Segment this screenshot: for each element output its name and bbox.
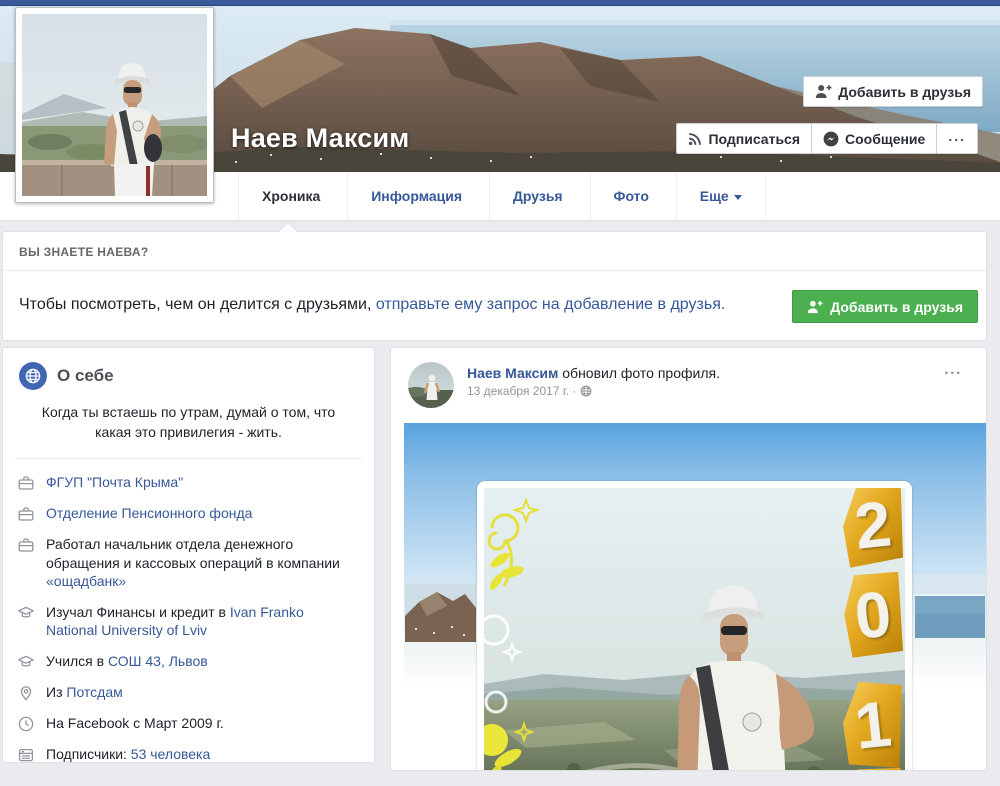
banner-pointer-arrow <box>279 223 297 232</box>
rss-follow-icon <box>688 132 702 146</box>
send-friend-request-link[interactable]: отправьте ему запрос на добавление в дру… <box>376 296 725 313</box>
about-item-university: Изучал Финансы и кредит в Ivan Franko Na… <box>3 597 374 646</box>
ellipsis-icon: ... <box>948 129 966 149</box>
message-button[interactable]: Сообщение <box>811 123 937 154</box>
about-item-work-1: ФГУП "Почта Крыма" <box>3 467 374 498</box>
clock-icon <box>17 715 35 733</box>
privacy-globe-icon <box>580 385 592 397</box>
tab-friends[interactable]: Друзья <box>489 172 586 220</box>
person-plus-icon <box>815 84 832 99</box>
followers-count-link[interactable]: 53 человека <box>131 746 210 762</box>
post-action-text: обновил фото профиля. <box>558 365 720 381</box>
post-photo[interactable]: 2 0 1 8 <box>404 423 987 771</box>
messenger-icon <box>823 131 839 147</box>
follow-button[interactable]: Подписаться <box>676 123 812 154</box>
briefcase-icon <box>17 536 35 554</box>
hometown-link[interactable]: Потсдам <box>66 684 122 700</box>
tab-info[interactable]: Информация <box>347 172 485 220</box>
frame-digit-8: 8 <box>843 768 903 771</box>
post-author-link[interactable]: Наев Максим <box>467 365 558 381</box>
add-friend-green-button[interactable]: Добавить в друзья <box>792 290 978 323</box>
workplace-link[interactable]: ФГУП "Почта Крыма" <box>46 474 183 490</box>
add-friend-button[interactable]: Добавить в друзья <box>803 76 983 107</box>
about-item-joined: На Facebook с Март 2009 г. <box>3 708 374 739</box>
about-title: О себе <box>57 366 114 386</box>
graduation-cap-icon <box>17 604 35 622</box>
profile-picture-image <box>22 14 207 196</box>
content-columns: О себе Когда ты встаешь по утрам, думай … <box>0 347 1000 771</box>
subscribers-icon <box>17 746 35 763</box>
cover-action-buttons: Подписаться Сообщение ... <box>676 123 978 154</box>
post-card: Наев Максим обновил фото профиля. 13 дек… <box>390 347 987 771</box>
chevron-down-icon <box>734 195 742 200</box>
about-card: О себе Когда ты встаешь по утрам, думай … <box>2 347 375 763</box>
about-item-school: Учился в СОШ 43, Львов <box>3 646 374 677</box>
tab-more[interactable]: Еще <box>676 172 766 220</box>
location-pin-icon <box>17 684 35 702</box>
profile-name: Наев Максим <box>231 123 409 154</box>
frame-digit-0: 0 <box>843 572 903 658</box>
photo-of-man <box>484 488 905 771</box>
bio-quote: Когда ты встаешь по утрам, думай о том, … <box>31 402 346 443</box>
more-options-button[interactable]: ... <box>936 123 978 154</box>
post-header: Наев Максим обновил фото профиля. 13 дек… <box>391 348 986 411</box>
workplace-link[interactable]: «ощадбанк» <box>46 573 126 589</box>
workplace-link[interactable]: Отделение Пенсионного фонда <box>46 505 252 521</box>
about-item-work-3: Работал начальник отдела денежного обращ… <box>3 529 374 596</box>
framed-profile-photo: 2 0 1 8 <box>477 481 912 771</box>
frame-digit-1: 1 <box>843 682 903 768</box>
banner-title: ВЫ ЗНАЕТЕ НАЕВА? <box>3 232 986 271</box>
person-plus-icon <box>807 300 823 314</box>
photo-sea-strip <box>915 574 985 638</box>
avatar-image <box>408 362 454 408</box>
post-date[interactable]: 13 декабря 2017 г. · <box>467 384 576 398</box>
briefcase-icon <box>17 474 35 492</box>
globe-icon <box>19 362 47 390</box>
photo-mountain-strip <box>405 584 476 642</box>
briefcase-icon <box>17 505 35 523</box>
tab-timeline[interactable]: Хроника <box>238 172 343 220</box>
graduation-cap-icon <box>17 653 35 671</box>
about-item-followers: Подписчики: 53 человека <box>3 739 374 763</box>
profile-picture[interactable] <box>15 7 214 203</box>
page-gap <box>0 221 1000 231</box>
about-item-work-2: Отделение Пенсионного фонда <box>3 498 374 529</box>
banner-text: Чтобы посмотреть, чем он делится с друзь… <box>19 296 376 313</box>
about-item-hometown: Из Потсдам <box>3 677 374 708</box>
post-options-button[interactable]: ... <box>944 362 962 378</box>
school-link[interactable]: СОШ 43, Львов <box>108 653 208 669</box>
know-naev-banner: ВЫ ЗНАЕТЕ НАЕВА? Чтобы посмотреть, чем о… <box>2 231 987 341</box>
floral-frame-ornament <box>484 488 544 771</box>
frame-digit-2: 2 <box>843 488 903 568</box>
divider <box>15 458 362 459</box>
post-author-avatar[interactable] <box>408 362 454 408</box>
tab-photos[interactable]: Фото <box>590 172 672 220</box>
